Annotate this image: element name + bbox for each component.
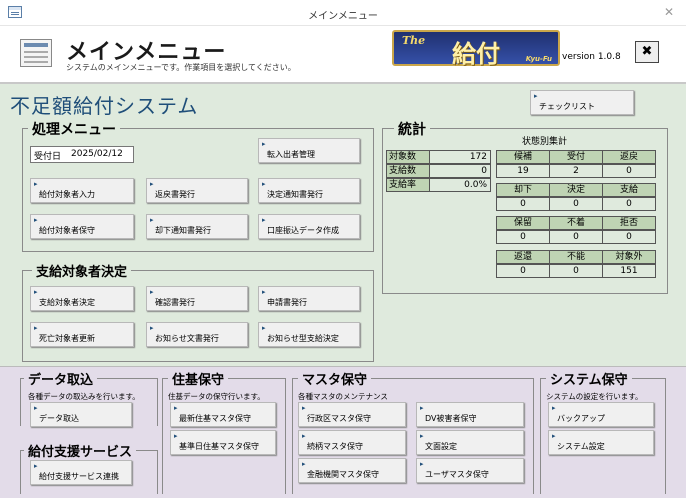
confirmation-issue-button[interactable]: 確認書発行 [146,286,248,311]
status-label: 不能 [549,250,603,264]
processing-title: 処理メニュー [28,119,120,139]
status-value: 0 [496,230,550,244]
status-label: 支給 [602,183,656,197]
status-value: 0 [496,197,550,211]
summary-value: 0 [429,164,491,178]
window-titlebar: メインメニュー ✕ [0,0,686,26]
status-label: 拒否 [602,216,656,230]
check-list-button[interactable]: チェックリスト [530,90,634,115]
resident-title: 住基保守 [168,369,229,388]
deceased-update-button[interactable]: 死亡対象者更新 [30,322,134,347]
status-value: 0 [549,230,603,244]
status-label: 返戻 [602,150,656,164]
reception-date-label: 受付日 [34,152,62,162]
user-master-button[interactable]: ユーザマスタ保守 [416,458,524,483]
resident-desc: 住基データの保守行います。 [168,392,265,401]
summary-label: 支給率 [386,178,430,192]
status-value: 0 [549,197,603,211]
summary-label: 対象数 [386,150,430,164]
data-import-button[interactable]: データ取込 [30,402,132,427]
system-maintenance-desc: システムの設定を行います。 [546,392,643,401]
logo-prefix: The [402,34,426,47]
status-value: 0 [602,230,656,244]
bank-master-button[interactable]: 金融機関マスタ保守 [298,458,406,483]
bank-transfer-data-button[interactable]: 口座振込データ作成 [258,214,360,239]
status-value: 2 [549,164,603,178]
status-label: 不着 [549,216,603,230]
notice-type-decision-button[interactable]: お知らせ型支給決定 [258,322,360,347]
status-value: 0 [602,164,656,178]
data-import-title: データ取込 [24,369,98,388]
transfer-management-button[interactable]: 転入出者管理 [258,138,360,163]
status-value: 0 [602,197,656,211]
status-value: 0 [549,264,603,278]
version-label: version 1.0.8 [562,52,621,62]
benefit-target-input-button[interactable]: 給付対象者入力 [30,178,134,203]
status-label: 決定 [549,183,603,197]
master-desc: 各種マスタのメンテナンス [298,392,388,401]
status-value: 0 [496,264,550,278]
data-import-desc: 各種データの取込みを行います。 [28,392,140,401]
master-title: マスタ保守 [298,369,372,388]
close-menu-button[interactable]: ✖ [635,41,659,63]
ward-master-button[interactable]: 行政区マスタ保守 [298,402,406,427]
reception-date-field[interactable]: 受付日 2025/02/12 [30,146,134,163]
system-maintenance-title: システム保守 [546,369,632,388]
support-service-title: 給付支援サービス [24,441,137,460]
backup-button[interactable]: バックアップ [548,402,654,427]
status-label: 対象外 [602,250,656,264]
status-label: 候補 [496,150,550,164]
status-summary-title: 状態別集計 [522,137,568,147]
kyufu-logo: The 給付 Kyu-Fu [392,30,560,68]
return-notice-button[interactable]: 返戻書発行 [146,178,248,203]
page-subtitle: システムのメインメニューです。作業項目を選択してください。 [66,63,296,72]
menu-form-icon [20,39,52,67]
application-issue-button[interactable]: 申請書発行 [258,286,360,311]
summary-value: 0.0% [429,178,491,192]
system-settings-button[interactable]: システム設定 [548,430,654,455]
logo-main: 給付 [452,39,500,68]
text-settings-button[interactable]: 文面設定 [416,430,524,455]
status-label: 返還 [496,250,550,264]
system-title: 不足額給付システム [10,94,199,118]
decision-group [22,270,374,362]
window-title: メインメニュー [308,11,378,22]
relationship-master-button[interactable]: 続柄マスタ保守 [298,430,406,455]
benefit-target-maintenance-button[interactable]: 給付対象者保守 [30,214,134,239]
decision-notice-button[interactable]: 決定通知書発行 [258,178,360,203]
status-label: 受付 [549,150,603,164]
status-value: 151 [602,264,656,278]
status-label: 却下 [496,183,550,197]
logo-suffix: Kyu-Fu [525,55,552,63]
latest-resident-master-button[interactable]: 最新住基マスタ保守 [170,402,276,427]
dv-victim-button[interactable]: DV被害者保守 [416,402,524,427]
status-label: 保留 [496,216,550,230]
status-value: 19 [496,164,550,178]
summary-label: 支給数 [386,164,430,178]
summary-value: 172 [429,150,491,164]
base-date-resident-master-button[interactable]: 基準日住基マスタ保守 [170,430,276,455]
window-close-icon[interactable]: ✕ [664,5,674,19]
support-service-link-button[interactable]: 給付支援サービス連携 [30,460,132,485]
reception-date-value: 2025/02/12 [71,149,123,159]
payment-decision-button[interactable]: 支給対象者決定 [30,286,134,311]
notice-document-button[interactable]: お知らせ文書発行 [146,322,248,347]
rejection-notice-button[interactable]: 却下通知書発行 [146,214,248,239]
stats-title: 統計 [394,119,430,139]
decision-title: 支給対象者決定 [32,261,132,280]
